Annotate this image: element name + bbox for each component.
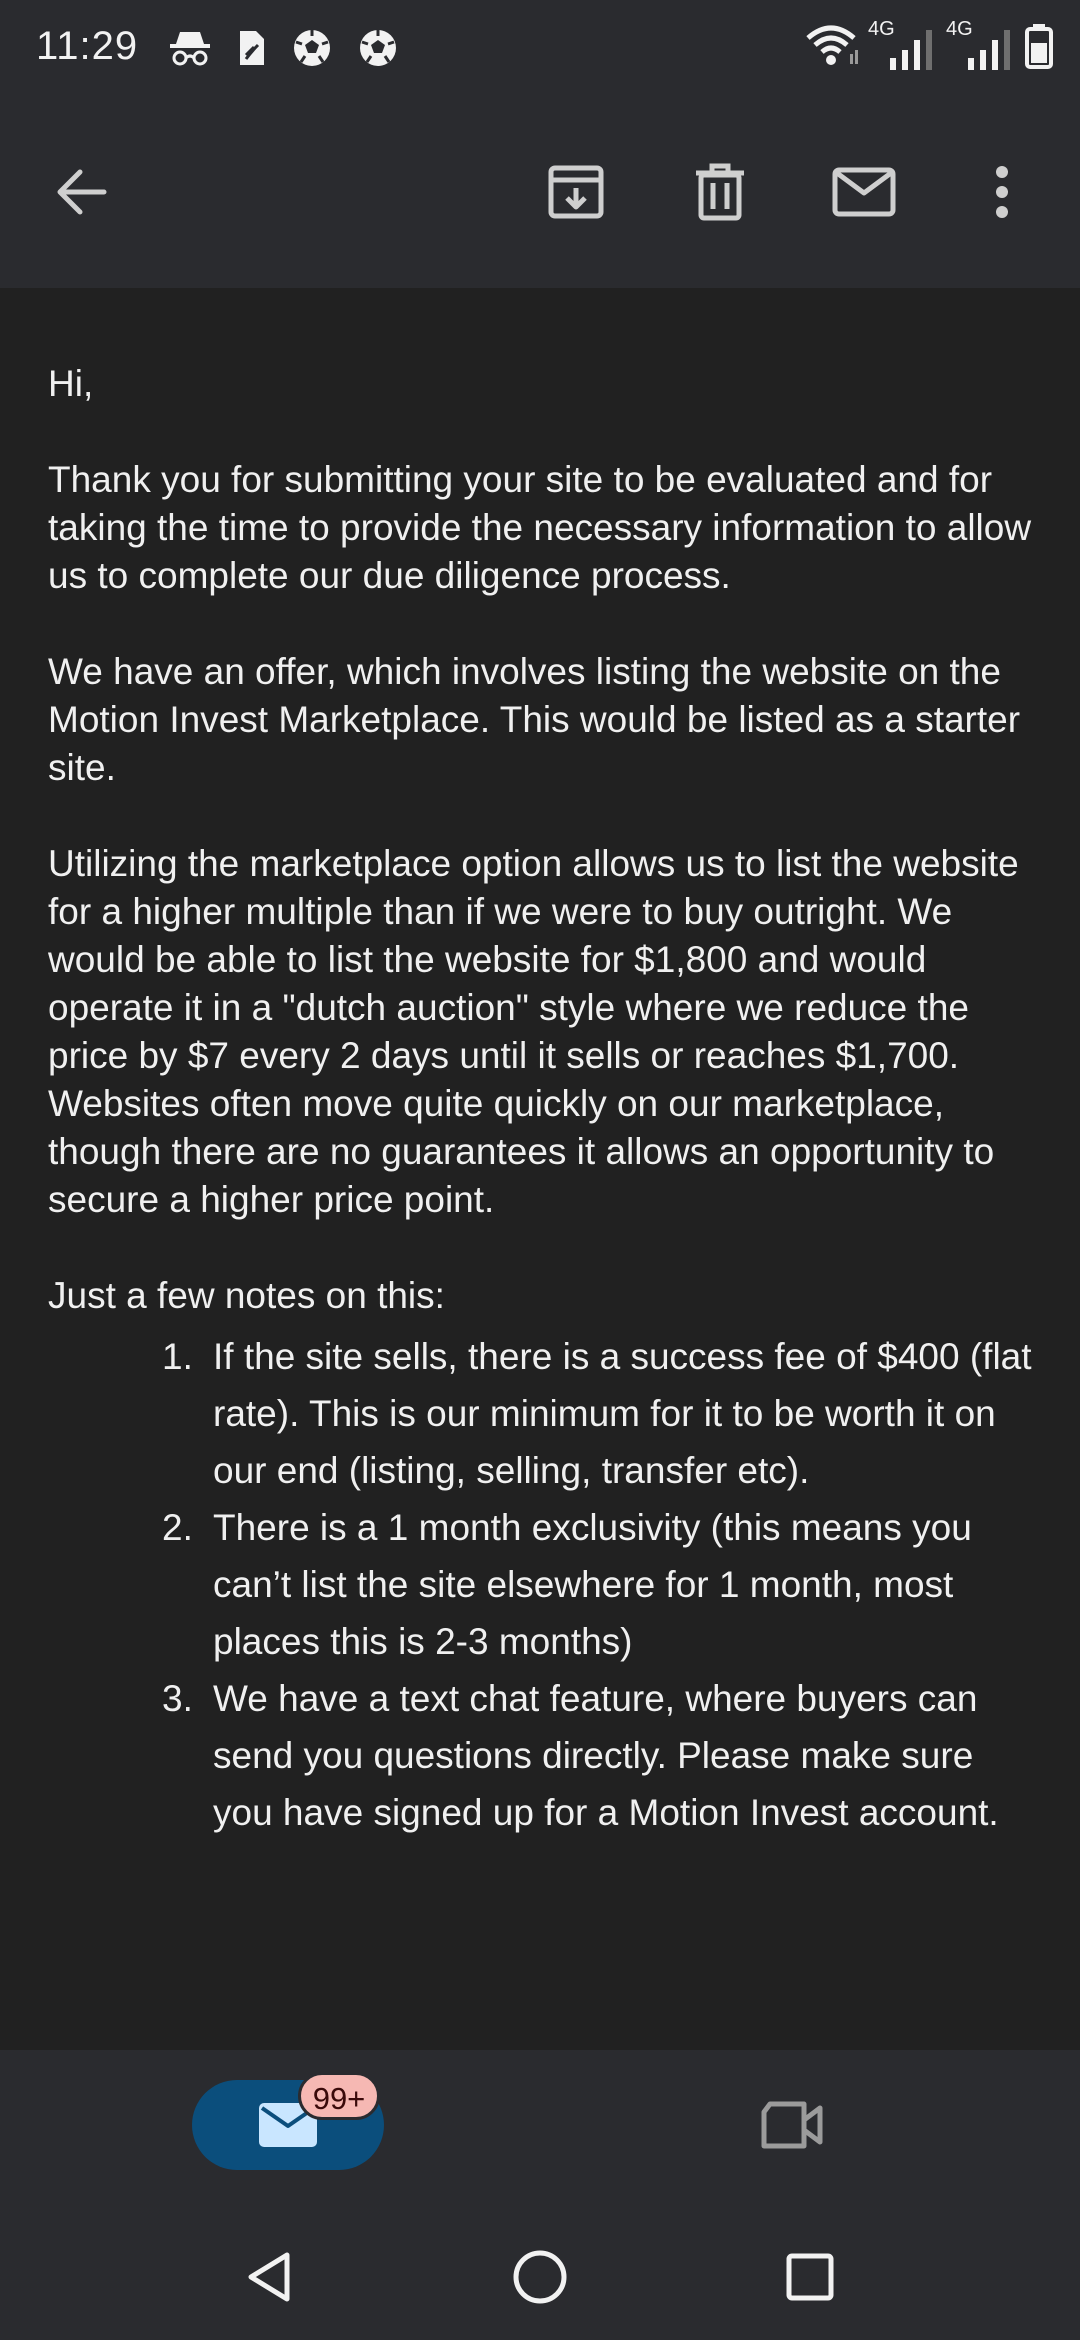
system-navigation-bar [0,2210,1080,2340]
unread-count-badge: 99+ [298,2072,380,2120]
list-item: 3. We have a text chat feature, where bu… [162,1670,1038,1841]
soccer-ball-icon [360,30,396,66]
notes-list: 1. If the site sells, there is a success… [162,1328,1038,1841]
video-camera-icon [761,2101,823,2149]
more-vert-icon [996,166,1008,218]
system-recents-button[interactable] [775,2242,845,2312]
email-paragraph: Thank you for submitting your site to be… [48,459,1032,596]
mark-unread-button[interactable] [828,156,900,228]
system-home-button[interactable] [505,2242,575,2312]
list-item: 2. There is a 1 month exclusivity (this … [162,1499,1038,1670]
sim-card-icon [240,31,264,65]
nav-home-icon [513,2250,567,2304]
status-icons-right: 4G 4G [806,18,1054,74]
battery-icon [1025,24,1053,69]
list-item-text: There is a 1 month exclusivity (this mea… [213,1507,972,1662]
bottom-navigation: 99+ [0,2050,1080,2210]
meet-tab[interactable] [752,2090,832,2160]
status-icons-left [168,24,398,72]
delete-icon [696,163,744,221]
list-number: 1. [162,1336,193,1377]
soccer-ball-icon [294,30,330,66]
status-time: 11:29 [36,24,139,68]
archive-icon [548,165,604,219]
nav-recents-icon [786,2253,834,2301]
email-greeting: Hi, [48,363,94,404]
wifi-icon [806,25,858,65]
signal-4g-icon: 4G [868,18,938,74]
nav-back-icon [248,2252,290,2302]
email-paragraph: Utilizing the marketplace option allows … [48,843,1019,1220]
list-number: 2. [162,1507,193,1548]
list-number: 3. [162,1678,193,1719]
system-back-button[interactable] [234,2242,304,2312]
list-item-text: We have a text chat feature, where buyer… [213,1678,999,1833]
incognito-icon [170,32,210,66]
delete-button[interactable] [684,156,756,228]
mark-unread-icon [832,167,896,217]
list-item-text: If the site sells, there is a success fe… [213,1336,1032,1491]
back-arrow-icon [57,169,107,215]
status-bar: 11:29 4G 4G [0,0,1080,96]
archive-button[interactable] [540,156,612,228]
signal-4g-icon: 4G [946,18,1016,74]
email-body: Hi, Thank you for submitting your site t… [48,288,1038,2050]
app-bar [0,96,1080,288]
email-paragraph: We have an offer, which involves listing… [48,651,1021,788]
notes-intro: Just a few notes on this: [48,1275,445,1316]
back-button[interactable] [46,156,118,228]
more-options-button[interactable] [966,156,1038,228]
list-item: 1. If the site sells, there is a success… [162,1328,1038,1499]
